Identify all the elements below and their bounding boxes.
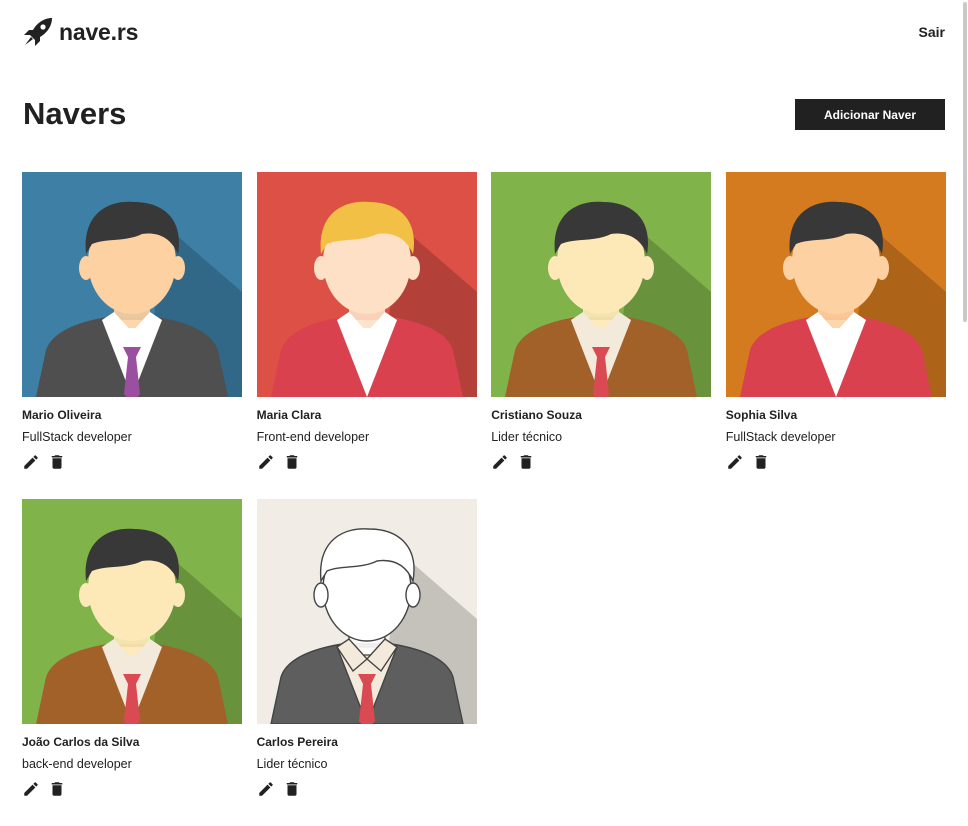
naver-job: FullStack developer <box>22 430 132 444</box>
naver-job: Lider técnico <box>491 430 563 444</box>
naver-job: Front-end developer <box>256 430 370 444</box>
app-header: nave.rs Sair <box>0 0 968 64</box>
naver-name: Cristiano Souza <box>491 408 582 422</box>
delete-icon[interactable] <box>517 453 535 471</box>
logo-text: nave.rs <box>59 19 139 45</box>
delete-icon[interactable] <box>48 453 66 471</box>
navers-grid: Mario Oliveira FullStack developer Maria… <box>22 172 946 826</box>
naver-name: Sophia Silva <box>725 408 798 422</box>
edit-icon[interactable] <box>726 453 744 471</box>
naver-card: Sophia Silva FullStack developer <box>725 172 946 499</box>
naver-photo[interactable] <box>491 172 712 397</box>
delete-icon[interactable] <box>283 453 301 471</box>
naver-photo[interactable] <box>22 499 242 724</box>
logout-link[interactable]: Sair <box>919 24 945 40</box>
add-naver-button[interactable]: Adicionar Naver <box>795 99 945 130</box>
naver-actions <box>257 780 477 798</box>
naver-actions <box>491 453 711 471</box>
naver-name: Carlos Pereira <box>256 735 338 749</box>
naver-card: João Carlos da Silva back-end developer <box>22 499 242 826</box>
page-title: Navers <box>23 96 127 131</box>
rocket-icon <box>22 16 54 48</box>
naver-actions <box>22 780 242 798</box>
naver-photo[interactable] <box>725 172 946 397</box>
delete-icon[interactable] <box>283 780 301 798</box>
naver-job: Lider técnico <box>256 757 328 771</box>
logo[interactable]: nave.rs <box>22 16 138 48</box>
scrollbar-thumb[interactable] <box>963 2 967 322</box>
naver-job: FullStack developer <box>725 430 836 444</box>
naver-card: Maria Clara Front-end developer <box>256 172 477 499</box>
page-scrollbar[interactable] <box>962 0 968 817</box>
naver-actions <box>257 453 477 471</box>
naver-card: Mario Oliveira FullStack developer <box>22 172 242 499</box>
edit-icon[interactable] <box>257 453 275 471</box>
naver-name: Maria Clara <box>256 408 322 422</box>
naver-job: back-end developer <box>22 757 132 771</box>
naver-photo[interactable] <box>256 172 477 397</box>
naver-name: Mario Oliveira <box>22 408 102 422</box>
edit-icon[interactable] <box>22 780 40 798</box>
naver-photo[interactable] <box>256 499 477 724</box>
edit-icon[interactable] <box>257 780 275 798</box>
edit-icon[interactable] <box>491 453 509 471</box>
edit-icon[interactable] <box>22 453 40 471</box>
naver-actions <box>22 453 242 471</box>
delete-icon[interactable] <box>48 780 66 798</box>
naver-card: Carlos Pereira Lider técnico <box>256 499 477 826</box>
naver-name: João Carlos da Silva <box>22 735 140 749</box>
delete-icon[interactable] <box>752 453 770 471</box>
naver-card: Cristiano Souza Lider técnico <box>491 172 712 499</box>
naver-actions <box>726 453 946 471</box>
naver-photo[interactable] <box>22 172 242 397</box>
